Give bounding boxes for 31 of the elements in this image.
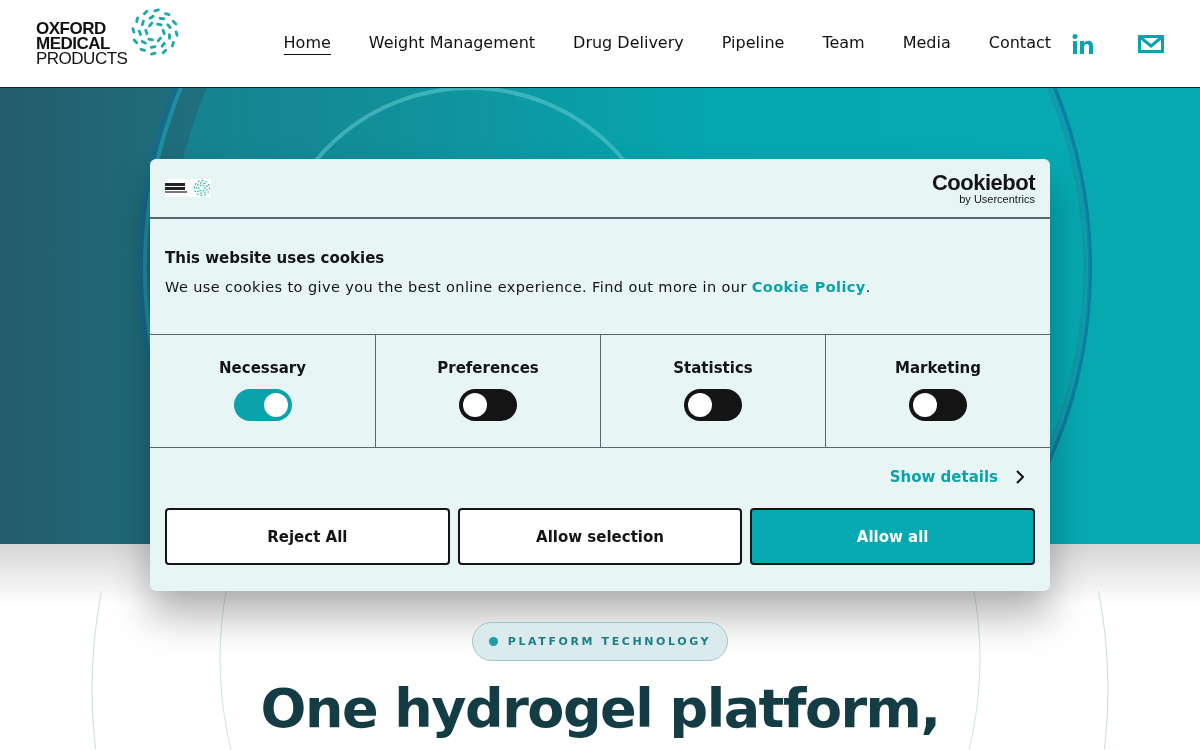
nav-link[interactable]: Home xyxy=(283,32,331,55)
nav-link[interactable]: Contact xyxy=(988,32,1051,55)
logo-text: OXFORD xyxy=(36,21,106,36)
toggle-switch[interactable] xyxy=(684,389,742,421)
mail-icon[interactable] xyxy=(1138,34,1164,53)
category-label: Preferences xyxy=(437,359,539,377)
logo-icon xyxy=(165,179,211,197)
category-label: Statistics xyxy=(673,359,753,377)
dot-icon xyxy=(488,637,498,646)
category-label: Marketing xyxy=(895,359,981,377)
toggle-switch[interactable] xyxy=(909,389,967,421)
brand-byline: by Usercentrics xyxy=(959,193,1035,205)
dialog-text: We use cookies to give you the best online experience. Find out more in our Cookie Policy. xyxy=(165,279,872,295)
toggle-switch[interactable] xyxy=(459,389,517,421)
logo-text: PRODUCTS xyxy=(36,51,128,66)
brand-name: Cookiebot xyxy=(931,171,1035,194)
chevron-right-icon xyxy=(1016,470,1024,484)
nav-link[interactable]: Media xyxy=(902,32,951,55)
section-heading: One hydrogel platform, xyxy=(260,677,940,740)
linkedin-icon[interactable] xyxy=(1072,32,1094,55)
logo-text: MEDICAL xyxy=(36,36,110,51)
nav-link[interactable]: Team xyxy=(822,32,865,55)
nav-link[interactable]: Drug Delivery xyxy=(573,32,684,55)
nav-link[interactable]: Pipeline xyxy=(721,32,785,55)
consent-button[interactable]: Allow selection xyxy=(457,508,743,565)
toggle-switch[interactable] xyxy=(233,389,292,421)
dialog-title: This website uses cookies xyxy=(165,249,386,267)
nav-link[interactable]: Weight Management xyxy=(368,32,536,55)
badge-text: PLATFORM TECHNOLOGY xyxy=(507,635,712,648)
consent-button[interactable]: Reject All xyxy=(165,508,450,565)
category-label: Necessary xyxy=(219,359,306,377)
